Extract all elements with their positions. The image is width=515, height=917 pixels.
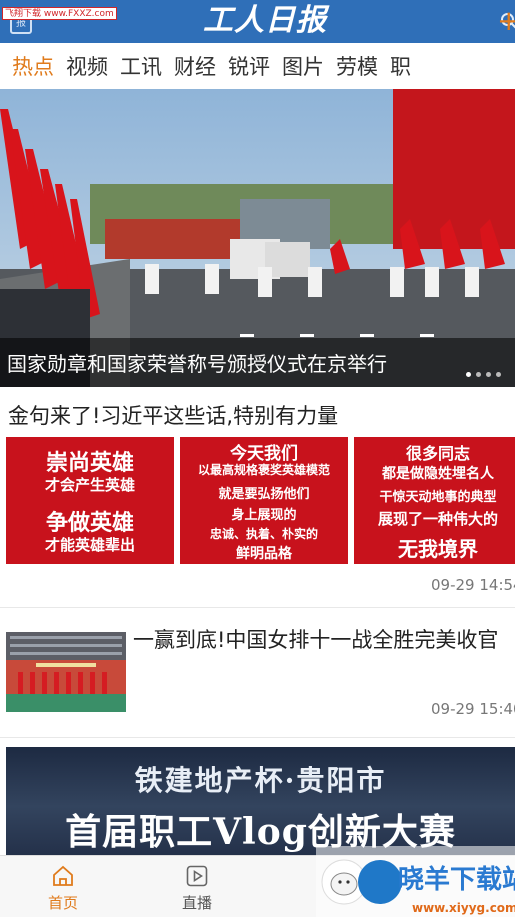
play-icon — [186, 865, 208, 887]
nav-label: 直播 — [181, 894, 212, 912]
carousel-dot[interactable] — [496, 372, 501, 377]
carousel-dot[interactable] — [476, 372, 481, 377]
tab-finance[interactable]: 财经 — [162, 51, 216, 81]
tab-union-news[interactable]: 工讯 — [108, 51, 162, 81]
thumbnail-text: 鲜明品格 — [236, 546, 292, 562]
divider — [0, 737, 515, 738]
thumbnail-text: 以最高规格褒奖英雄模范 — [197, 463, 330, 477]
download-site-watermark: 晓羊下载站 www.xiyyg.com — [316, 846, 515, 917]
tab-hot[interactable]: 热点 — [0, 51, 54, 81]
carousel-indicator — [466, 372, 501, 377]
svg-text:晓羊下载站: 晓羊下载站 — [398, 864, 515, 895]
tab-video[interactable]: 视频 — [54, 51, 108, 81]
article-thumbnail[interactable]: 今天我们 以最高规格褒奖英雄模范 就是要弘扬他们 身上展现的 忠诚、执着、朴实的… — [180, 437, 348, 564]
thumbnail-text: 身上展现的 — [231, 508, 297, 523]
thumbnail-text: 才会产生英雄 — [44, 476, 135, 494]
article-thumbnail[interactable] — [6, 632, 126, 712]
nav-live[interactable]: 直播 — [162, 856, 232, 917]
tab-model-workers[interactable]: 劳模 — [324, 51, 378, 81]
carousel-caption[interactable]: 国家勋章和国家荣誉称号颁授仪式在京举行 — [7, 348, 387, 377]
article-title[interactable]: 金句来了!习近平这些话,特别有力量 — [8, 400, 338, 430]
thumbnail-text: 展现了一种伟大的 — [377, 510, 498, 528]
thumbnail-text: 都是做隐姓埋名人 — [382, 466, 494, 482]
article-title[interactable]: 一赢到底!中国女排十一战全胜完美收官 — [133, 624, 513, 656]
tab-commentary[interactable]: 锐评 — [216, 51, 270, 81]
article-timestamp: 09-29 15:40 — [431, 700, 515, 718]
promo-banner[interactable]: 铁建地产杯·贵阳市 首届职工Vlog创新大赛 — [6, 747, 515, 855]
thumbnail-text: 崇尚英雄 — [45, 450, 134, 476]
thumbnail-text: 无我境界 — [398, 537, 478, 561]
thumbnail-text: 很多同志 — [405, 444, 470, 463]
add-channel-button[interactable]: + — [497, 6, 515, 36]
channel-tabs: 热点 视频 工讯 财经 锐评 图片 劳模 职 — [0, 43, 515, 89]
banner-text: 铁建地产杯·贵阳市 — [134, 764, 387, 797]
carousel-dot[interactable] — [486, 372, 491, 377]
article-timestamp: 09-29 14:54 — [431, 576, 515, 594]
app-header: 报 工人日报 飞翔下载 www.FXXZ.com — [0, 0, 515, 43]
carousel-dot[interactable] — [466, 372, 471, 377]
thumbnail-text: 争做英雄 — [45, 510, 134, 536]
headline-carousel[interactable]: 国家勋章和国家荣誉称号颁授仪式在京举行 — [0, 89, 515, 387]
app-logo: 工人日报 — [203, 3, 327, 38]
thumbnail-text: 干惊天动地事的典型 — [379, 490, 497, 505]
nav-label: 首页 — [47, 894, 78, 912]
article-thumbnail[interactable]: 崇尚英雄 才会产生英雄 争做英雄 才能英雄辈出 — [6, 437, 174, 564]
home-icon — [53, 865, 73, 886]
thumbnail-text: 才能英雄辈出 — [44, 536, 135, 554]
download-site-watermark: 飞翔下载 www.FXXZ.com — [2, 7, 117, 20]
divider — [0, 607, 515, 608]
thumbnail-text: 就是要弘扬他们 — [218, 487, 310, 502]
tab-career[interactable]: 职 — [378, 51, 411, 81]
article-thumbnail[interactable]: 很多同志 都是做隐姓埋名人 干惊天动地事的典型 展现了一种伟大的 无我境界 — [354, 437, 515, 564]
svg-text:www.xiyyg.com: www.xiyyg.com — [412, 901, 515, 915]
tab-pictures[interactable]: 图片 — [270, 51, 324, 81]
nav-home[interactable]: 首页 — [28, 856, 98, 917]
article-image-row[interactable]: 崇尚英雄 才会产生英雄 争做英雄 才能英雄辈出 今天我们 以最高规格褒奖英雄模范… — [6, 437, 515, 564]
thumbnail-text: 忠诚、执着、朴实的 — [209, 527, 318, 541]
